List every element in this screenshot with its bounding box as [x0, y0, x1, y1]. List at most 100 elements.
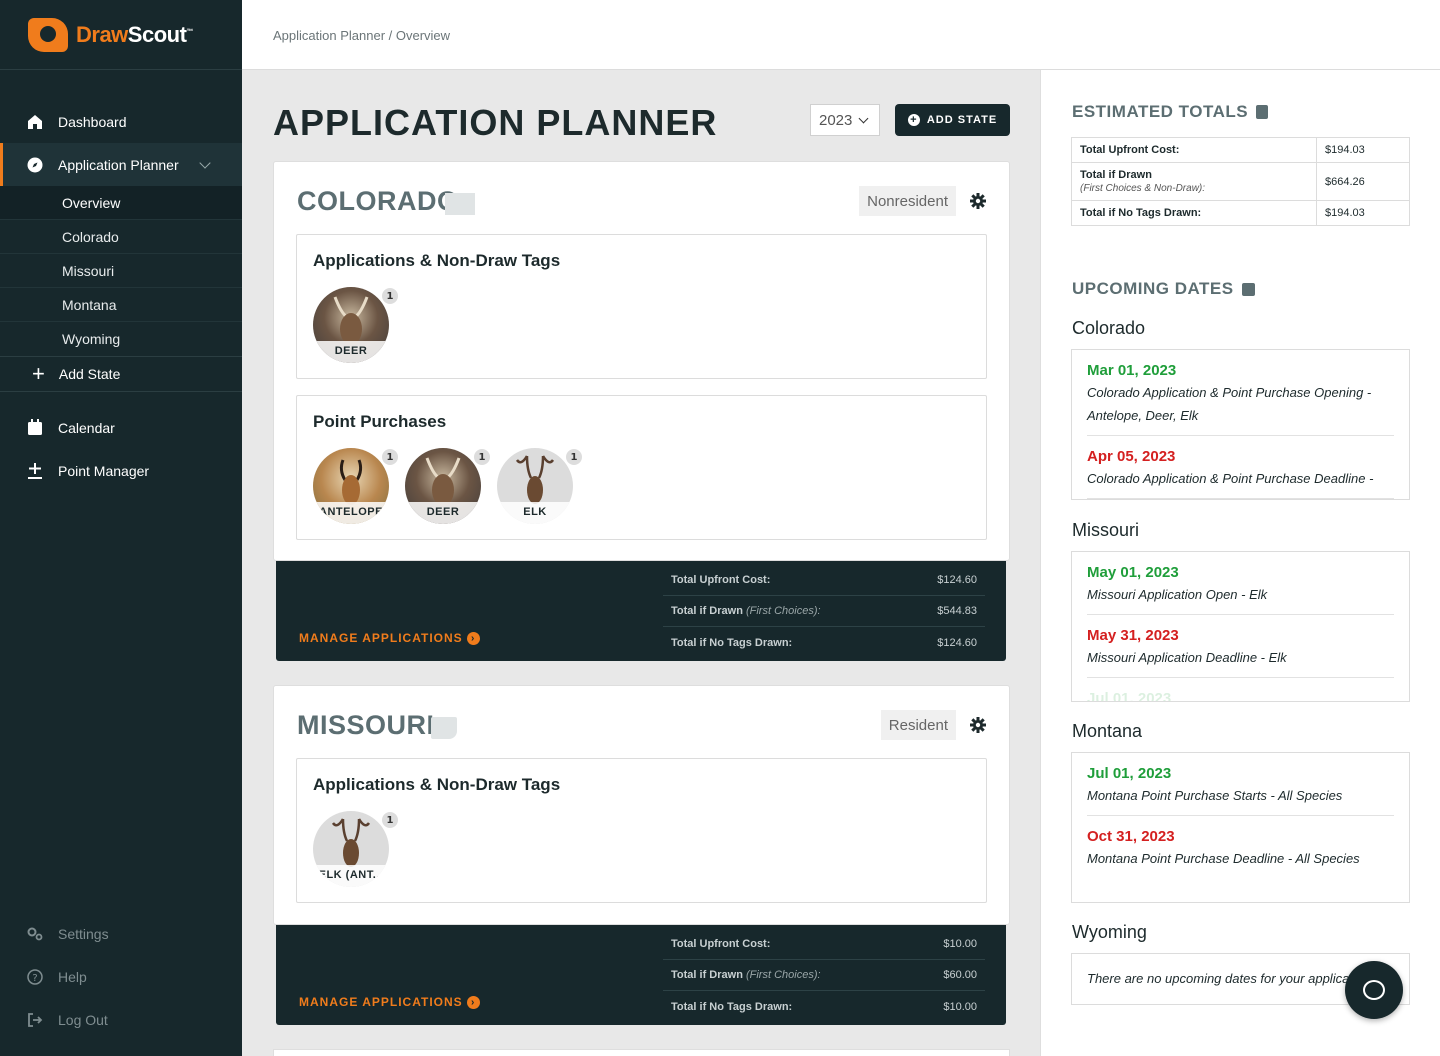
chevron-down-icon[interactable] — [198, 156, 211, 169]
nav-help[interactable]: ? Help — [0, 955, 242, 998]
species-item[interactable]: DEER 1 — [313, 287, 399, 363]
dates-box-colorado: Mar 01, 2023 Colorado Application & Poin… — [1071, 349, 1410, 500]
nav-sub-montana[interactable]: Montana — [0, 288, 242, 322]
species-label: DEER — [405, 502, 481, 524]
totals-label-text: Total if Drawn — [1080, 169, 1152, 181]
year-value: 2023 — [819, 111, 853, 129]
species-label: DEER — [313, 341, 389, 363]
summary-upfront-row: Total Upfront Cost: $124.60 — [663, 565, 985, 596]
add-state-button[interactable]: + ADD STATE — [895, 104, 1010, 136]
svg-text:?: ? — [32, 973, 37, 984]
nav-settings[interactable]: Settings — [0, 912, 242, 955]
summary-drawn-row: Total if Drawn (First Choices): $60.00 — [663, 960, 985, 991]
species-item[interactable]: ELK 1 — [497, 448, 583, 524]
point-purchases-title: Point Purchases — [313, 412, 447, 431]
count-badge: 1 — [381, 811, 399, 829]
summary-value: $10.00 — [943, 1000, 977, 1013]
file-invoice-icon — [1256, 105, 1269, 119]
nav-sub-wyoming[interactable]: Wyoming — [0, 322, 242, 356]
date-description: Colorado Application & Point Purchase De… — [1087, 471, 1374, 486]
home-icon — [26, 113, 44, 131]
question-circle-icon: ? — [26, 968, 44, 986]
nav-sub-missouri[interactable]: Missouri — [0, 254, 242, 288]
plus-minus-icon — [26, 462, 44, 480]
chat-bubble-icon — [1363, 980, 1385, 1000]
applications-box: Applications & Non-Draw Tags DEER 1 — [296, 234, 987, 379]
state-name: MISSOURI — [297, 710, 435, 740]
date-value: May 31, 2023 — [1087, 627, 1179, 644]
chat-button[interactable] — [1345, 961, 1403, 1019]
colorado-shape-icon — [445, 193, 475, 215]
gears-icon — [26, 925, 44, 943]
summary-upfront-row: Total Upfront Cost: $10.00 — [663, 929, 985, 960]
plus-icon: + — [32, 361, 45, 386]
summary-label: Total if Drawn (First Choices): — [671, 605, 821, 617]
summary-label-text: Total if Drawn — [671, 969, 743, 981]
calendar-icon — [26, 419, 44, 437]
date-entry[interactable]: Jul 01, 2023 — [1087, 678, 1394, 702]
totals-value: $194.03 — [1316, 137, 1410, 163]
date-value: Jul 01, 2023 — [1087, 690, 1172, 702]
breadcrumb: Application Planner / Overview — [273, 28, 451, 43]
nav-calendar[interactable]: Calendar — [0, 406, 242, 449]
nav-sub-overview[interactable]: Overview — [0, 186, 242, 220]
date-entry[interactable]: Oct 31, 2023 Montana Point Purchase Dead… — [1087, 816, 1394, 878]
summary-label-note: (First Choices): — [745, 969, 821, 981]
applications-title: Applications & Non-Draw Tags — [313, 251, 561, 270]
date-description: Montana Point Purchase Deadline - All Sp… — [1087, 851, 1360, 866]
year-select[interactable]: 2023 — [810, 104, 880, 136]
gear-icon[interactable] — [969, 192, 987, 210]
residency-badge: Nonresident — [859, 186, 956, 216]
right-panel: ESTIMATED TOTALS Total Upfront Cost: $194… — [1040, 70, 1440, 1056]
main-nav: Dashboard Application Planner Overview C… — [0, 100, 242, 492]
species-item[interactable]: ANTELOPE 1 — [313, 448, 399, 524]
date-entry[interactable]: Mar 01, 2023 Colorado Application & Poin… — [1087, 350, 1394, 436]
deer-photo: DEER — [313, 287, 389, 363]
state-header: COLORADO Nonresident — [274, 162, 1009, 234]
applications-box: Applications & Non-Draw Tags ELK (ANT...… — [296, 758, 987, 903]
add-state-button-label: ADD STATE — [926, 114, 998, 126]
species-list: ANTELOPE 1 DEER 1 ELK 1 — [313, 448, 589, 524]
manage-applications-link[interactable]: MANAGE APPLICATIONS › — [299, 995, 480, 1009]
nav-calendar-label: Calendar — [58, 419, 115, 436]
summary-none-row: Total if No Tags Drawn: $10.00 — [663, 991, 985, 1022]
manage-applications-link[interactable]: MANAGE APPLICATIONS › — [299, 631, 480, 645]
totals-label: Total if No Tags Drawn: — [1071, 200, 1317, 226]
summary-value: $60.00 — [943, 969, 977, 981]
date-description: Colorado Application & Point Purchase Op… — [1087, 385, 1372, 423]
nav-sub-colorado[interactable]: Colorado — [0, 220, 242, 254]
nav-dashboard[interactable]: Dashboard — [0, 100, 242, 143]
arrow-right-circle-icon: › — [466, 631, 480, 645]
nav-logout[interactable]: Log Out — [0, 998, 242, 1041]
summary-label-text: Total if Drawn — [671, 605, 743, 617]
count-badge: 1 — [473, 448, 491, 466]
logo[interactable]: DrawScout™ — [0, 0, 242, 70]
estimated-totals-table: Total Upfront Cost: $194.03 Total if Draw… — [1071, 137, 1410, 226]
manage-applications-label: MANAGE APPLICATIONS — [299, 631, 463, 645]
nav-add-state-label: Add State — [58, 366, 121, 382]
state-summary-colorado: MANAGE APPLICATIONS › Total Upfront Cost… — [276, 561, 1006, 661]
sidebar: DrawScout™ Dashboard Application Planner… — [0, 0, 242, 1056]
totals-value: $194.03 — [1316, 200, 1410, 226]
count-badge: 1 — [381, 287, 399, 305]
date-entry[interactable]: Apr 05, 2023 Colorado Application & Poin… — [1087, 436, 1394, 499]
date-entry[interactable]: May 01, 2023 Missouri Application Open -… — [1087, 552, 1394, 615]
totals-label: Total if Drawn (First Choices & Non-Draw)… — [1071, 162, 1317, 201]
date-value: Jul 01, 2023 — [1087, 765, 1172, 782]
state-card-colorado: COLORADO Nonresident Applications & Non-… — [273, 161, 1010, 561]
main-content: APPLICATION PLANNER 2023 + ADD STATE COL… — [242, 70, 1040, 1056]
calendar-icon — [1241, 282, 1255, 296]
nav-add-state[interactable]: + Add State — [0, 356, 242, 392]
date-entry[interactable]: May 31, 2023 Missouri Application Deadli… — [1087, 615, 1394, 678]
dates-box-missouri: May 01, 2023 Missouri Application Open -… — [1071, 551, 1410, 702]
gear-icon[interactable] — [969, 716, 987, 734]
upcoming-dates-heading: UPCOMING DATES — [1072, 279, 1255, 299]
nav-logout-label: Log Out — [58, 1011, 108, 1028]
species-item[interactable]: DEER 1 — [405, 448, 491, 524]
species-item[interactable]: ELK (ANT... 1 — [313, 811, 399, 887]
date-entry[interactable]: Jul 01, 2023 Montana Point Purchase Star… — [1087, 753, 1394, 816]
nav-point-manager[interactable]: Point Manager — [0, 449, 242, 492]
estimated-totals-title: ESTIMATED TOTALS — [1072, 102, 1249, 121]
nav-application-planner[interactable]: Application Planner — [0, 143, 242, 186]
topbar: Application Planner / Overview — [242, 0, 1440, 70]
